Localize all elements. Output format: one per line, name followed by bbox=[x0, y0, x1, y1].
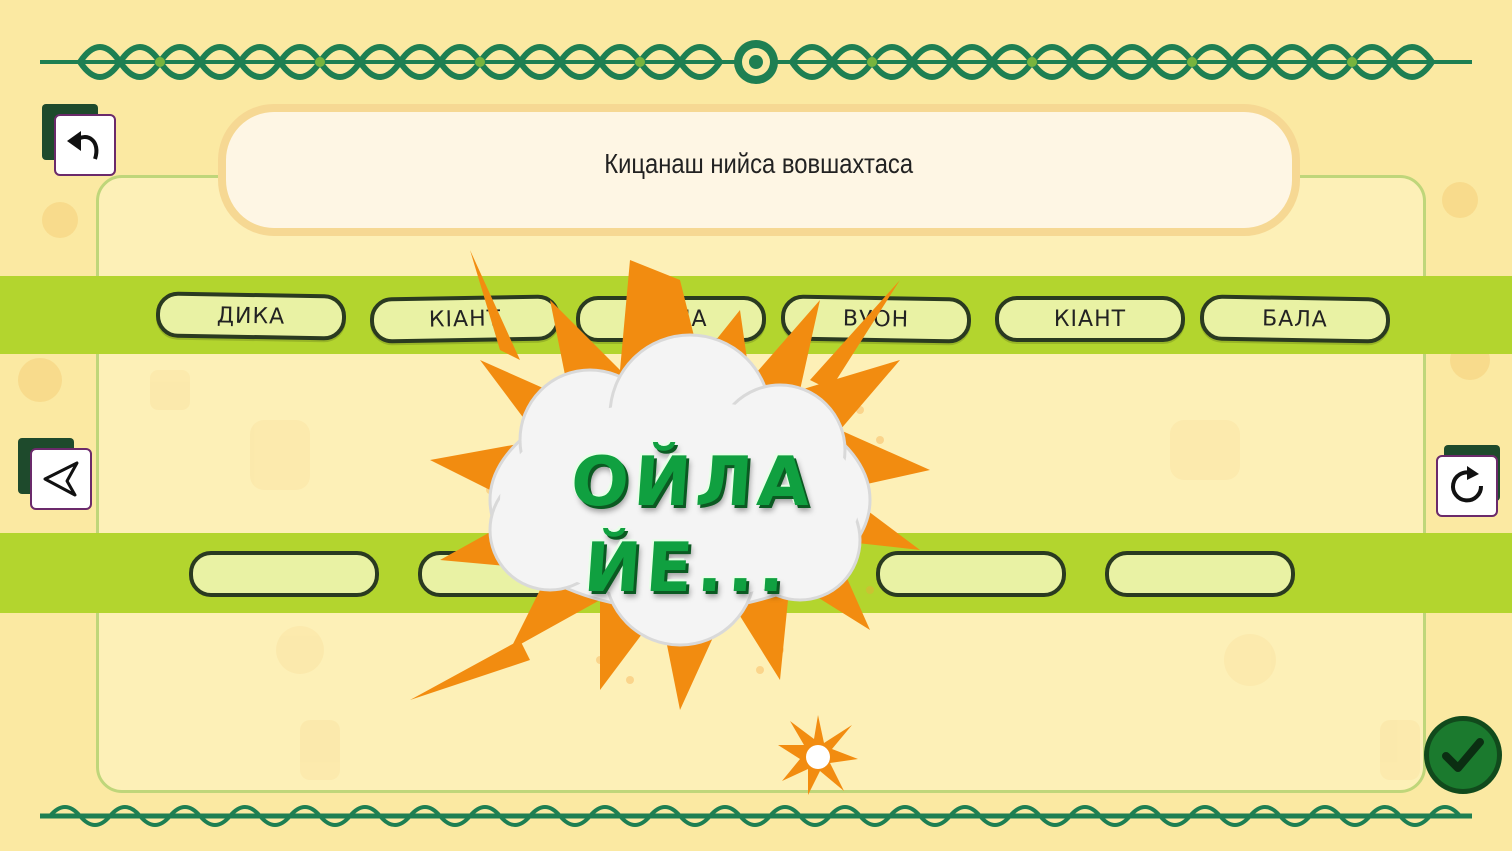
top-ornament bbox=[40, 40, 1472, 84]
answer-slot[interactable] bbox=[1105, 551, 1295, 597]
feedback-line-1: ОЙЛА bbox=[568, 443, 818, 522]
question-card: Кицанаш нийса вовшахтаса bbox=[218, 104, 1300, 236]
feedback-line-2: ЙЕ... bbox=[581, 529, 793, 608]
word-tile[interactable]: КIАНТ bbox=[995, 296, 1185, 342]
small-burst-spark bbox=[778, 715, 858, 795]
feedback-text: ОЙЛА ЙЕ... bbox=[554, 440, 826, 612]
word-tile[interactable]: БАЛА bbox=[1199, 294, 1391, 344]
refresh-icon bbox=[1451, 466, 1484, 503]
undo-arrow-icon bbox=[67, 131, 99, 160]
triangle-left-icon bbox=[43, 461, 79, 497]
bottom-ornament bbox=[40, 805, 1472, 827]
question-text: Кицанаш нийса вовшахтаса bbox=[604, 148, 914, 179]
word-tile[interactable]: ДИКА bbox=[155, 291, 347, 341]
checkmark-icon bbox=[1442, 738, 1484, 772]
answer-slot[interactable] bbox=[189, 551, 379, 597]
confirm-button[interactable] bbox=[1424, 716, 1502, 794]
